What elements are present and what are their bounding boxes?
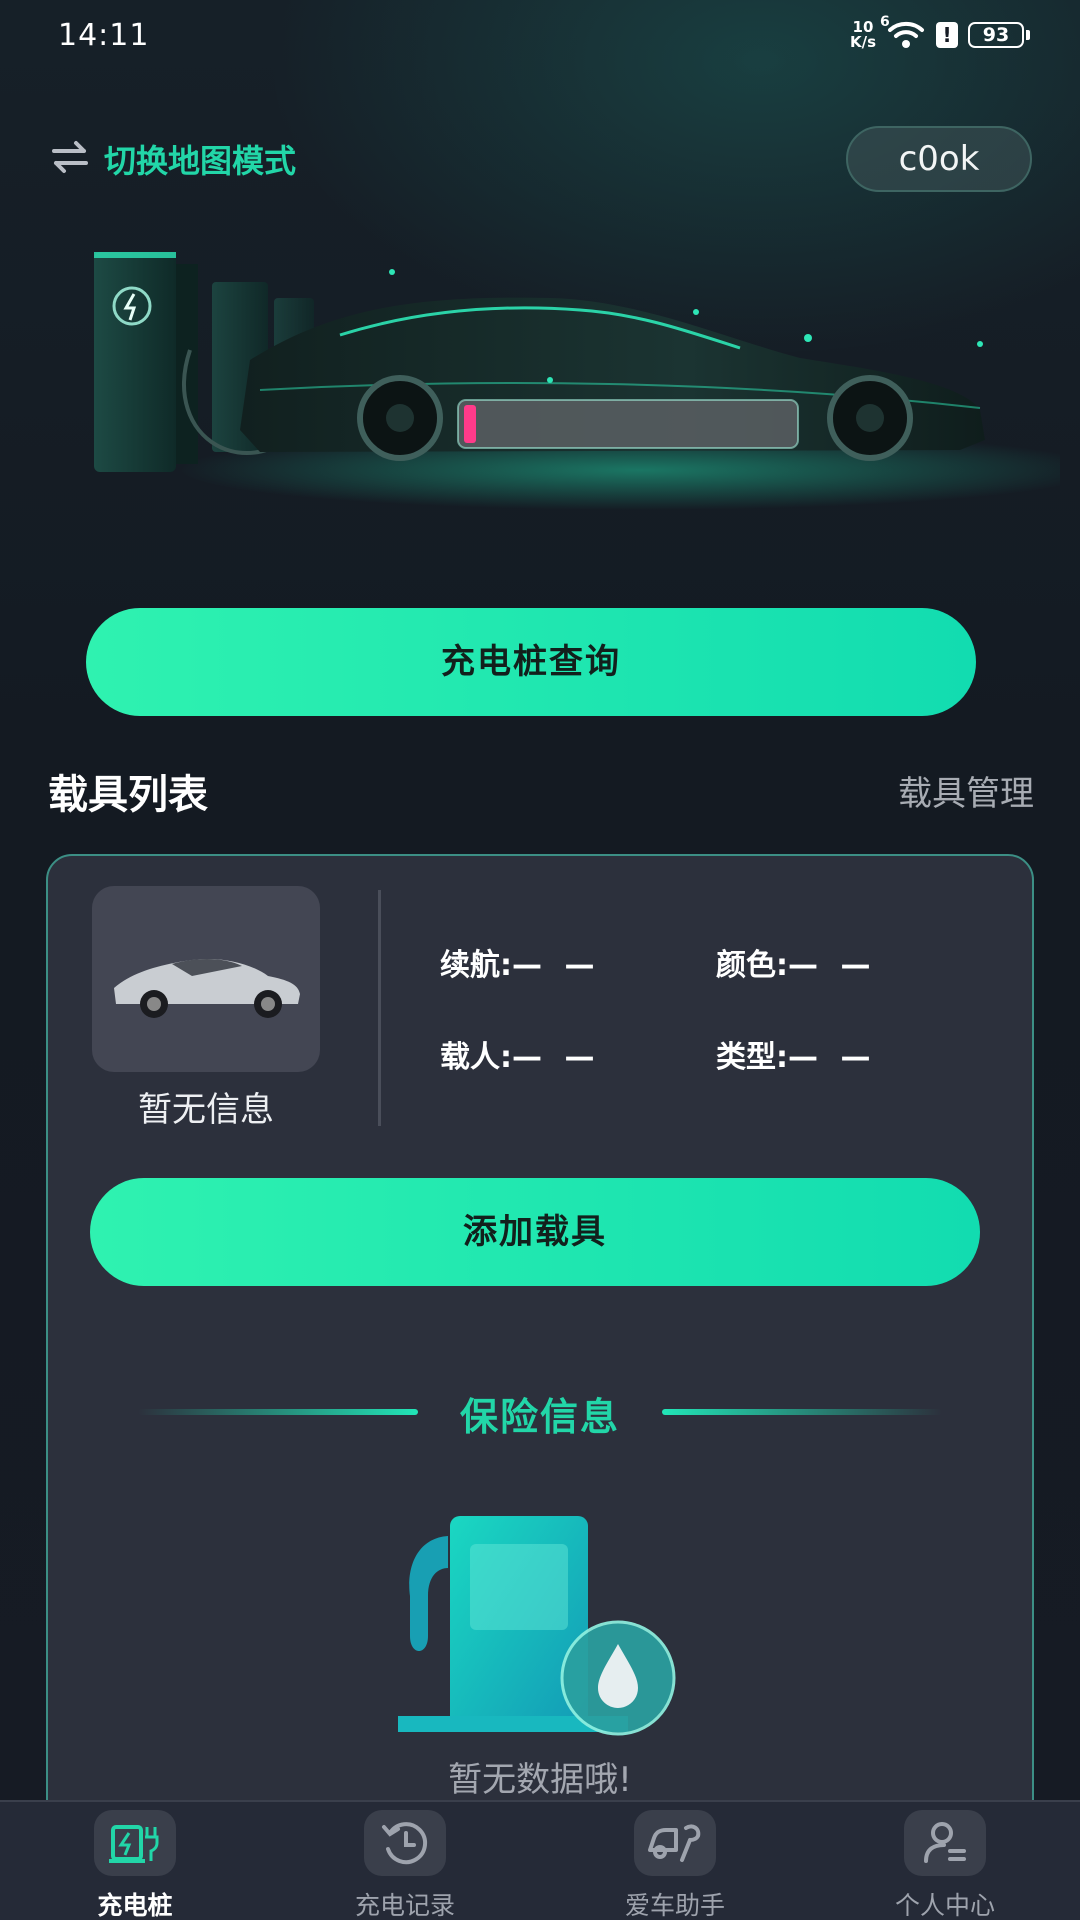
network-speed: 10 K/s: [850, 20, 876, 50]
spec-color-value: — —: [788, 948, 877, 983]
battery-indicator: 93: [968, 22, 1030, 48]
status-icons: 10 K/s 6 ! 93: [850, 14, 1030, 50]
spec-type-label: 类型:: [716, 1040, 788, 1075]
history-icon: [364, 1810, 446, 1876]
spec-type-value: — —: [788, 1040, 877, 1075]
insurance-divider-right: [662, 1409, 942, 1415]
user-name-chip[interactable]: c0ok: [846, 126, 1032, 192]
charging-station-icon: [94, 1810, 176, 1876]
vehicle-card: 暂无信息 续航:— — 颜色:— — 载人:— — 类型:— — 添加载具 保险…: [46, 854, 1034, 1920]
user-profile-icon: [904, 1810, 986, 1876]
nav-label-car-assistant: 爱车助手: [624, 1891, 725, 1920]
spec-color-label: 颜色:: [716, 948, 788, 983]
empty-fuel-pump-icon: [398, 1516, 688, 1746]
spec-type: 类型:— —: [716, 1032, 876, 1076]
nav-item-car-assistant[interactable]: 爱车助手: [540, 1802, 810, 1920]
battery-level: 93: [968, 22, 1024, 48]
switch-map-mode-button[interactable]: 切换地图模式: [50, 136, 296, 182]
nav-label-charging-history: 充电记录: [354, 1891, 455, 1920]
spec-range: 续航:— —: [440, 940, 600, 984]
spec-range-value: — —: [512, 948, 601, 983]
status-time: 14:11: [58, 18, 150, 53]
nav-item-profile[interactable]: 个人中心: [810, 1802, 1080, 1920]
car-thumbnail: [92, 886, 320, 1072]
nav-label-profile: 个人中心: [894, 1891, 995, 1920]
car-wrench-icon: [634, 1810, 716, 1876]
wifi-icon: 6: [880, 14, 926, 50]
battery-tip: [1026, 30, 1030, 40]
switch-map-label: 切换地图模式: [104, 142, 297, 180]
status-bar: 14:11 10 K/s 6 ! 93: [0, 0, 1080, 72]
nav-label-charging-station: 充电桩: [97, 1891, 173, 1920]
spec-passengers-value: — —: [512, 1040, 601, 1075]
spec-range-label: 续航:: [440, 948, 512, 983]
nav-item-charging-history[interactable]: 充电记录: [270, 1802, 540, 1920]
network-speed-unit: K/s: [849, 33, 876, 51]
spec-color: 颜色:— —: [716, 940, 876, 984]
alert-icon: !: [936, 22, 958, 48]
spec-passengers: 载人:— —: [440, 1032, 600, 1076]
card-divider: [378, 890, 381, 1126]
add-vehicle-button[interactable]: 添加载具: [90, 1178, 980, 1286]
charging-station-query-button[interactable]: 充电桩查询: [86, 608, 976, 716]
vehicle-manage-link[interactable]: 载具管理: [898, 766, 1034, 815]
car-image-icon: [114, 958, 300, 1018]
empty-data-text: 暂无数据哦!: [448, 1760, 632, 1800]
hero-ev-charging-illustration: [80, 240, 1080, 540]
app-screen: 14:11 10 K/s 6 ! 93 切换地图模式 c0ok 充电桩查询 载具…: [0, 0, 1080, 1920]
swap-arrows-icon: [50, 140, 90, 178]
vehicle-info-caption: 暂无信息: [138, 1090, 274, 1130]
wifi-badge: 6: [880, 14, 890, 30]
nav-item-charging-station[interactable]: 充电桩: [0, 1802, 270, 1920]
spec-passengers-label: 载人:: [440, 1040, 512, 1075]
bottom-navigation: 充电桩 充电记录 爱车助手 个人中心: [0, 1800, 1080, 1920]
vehicle-list-title: 载具列表: [48, 772, 208, 818]
